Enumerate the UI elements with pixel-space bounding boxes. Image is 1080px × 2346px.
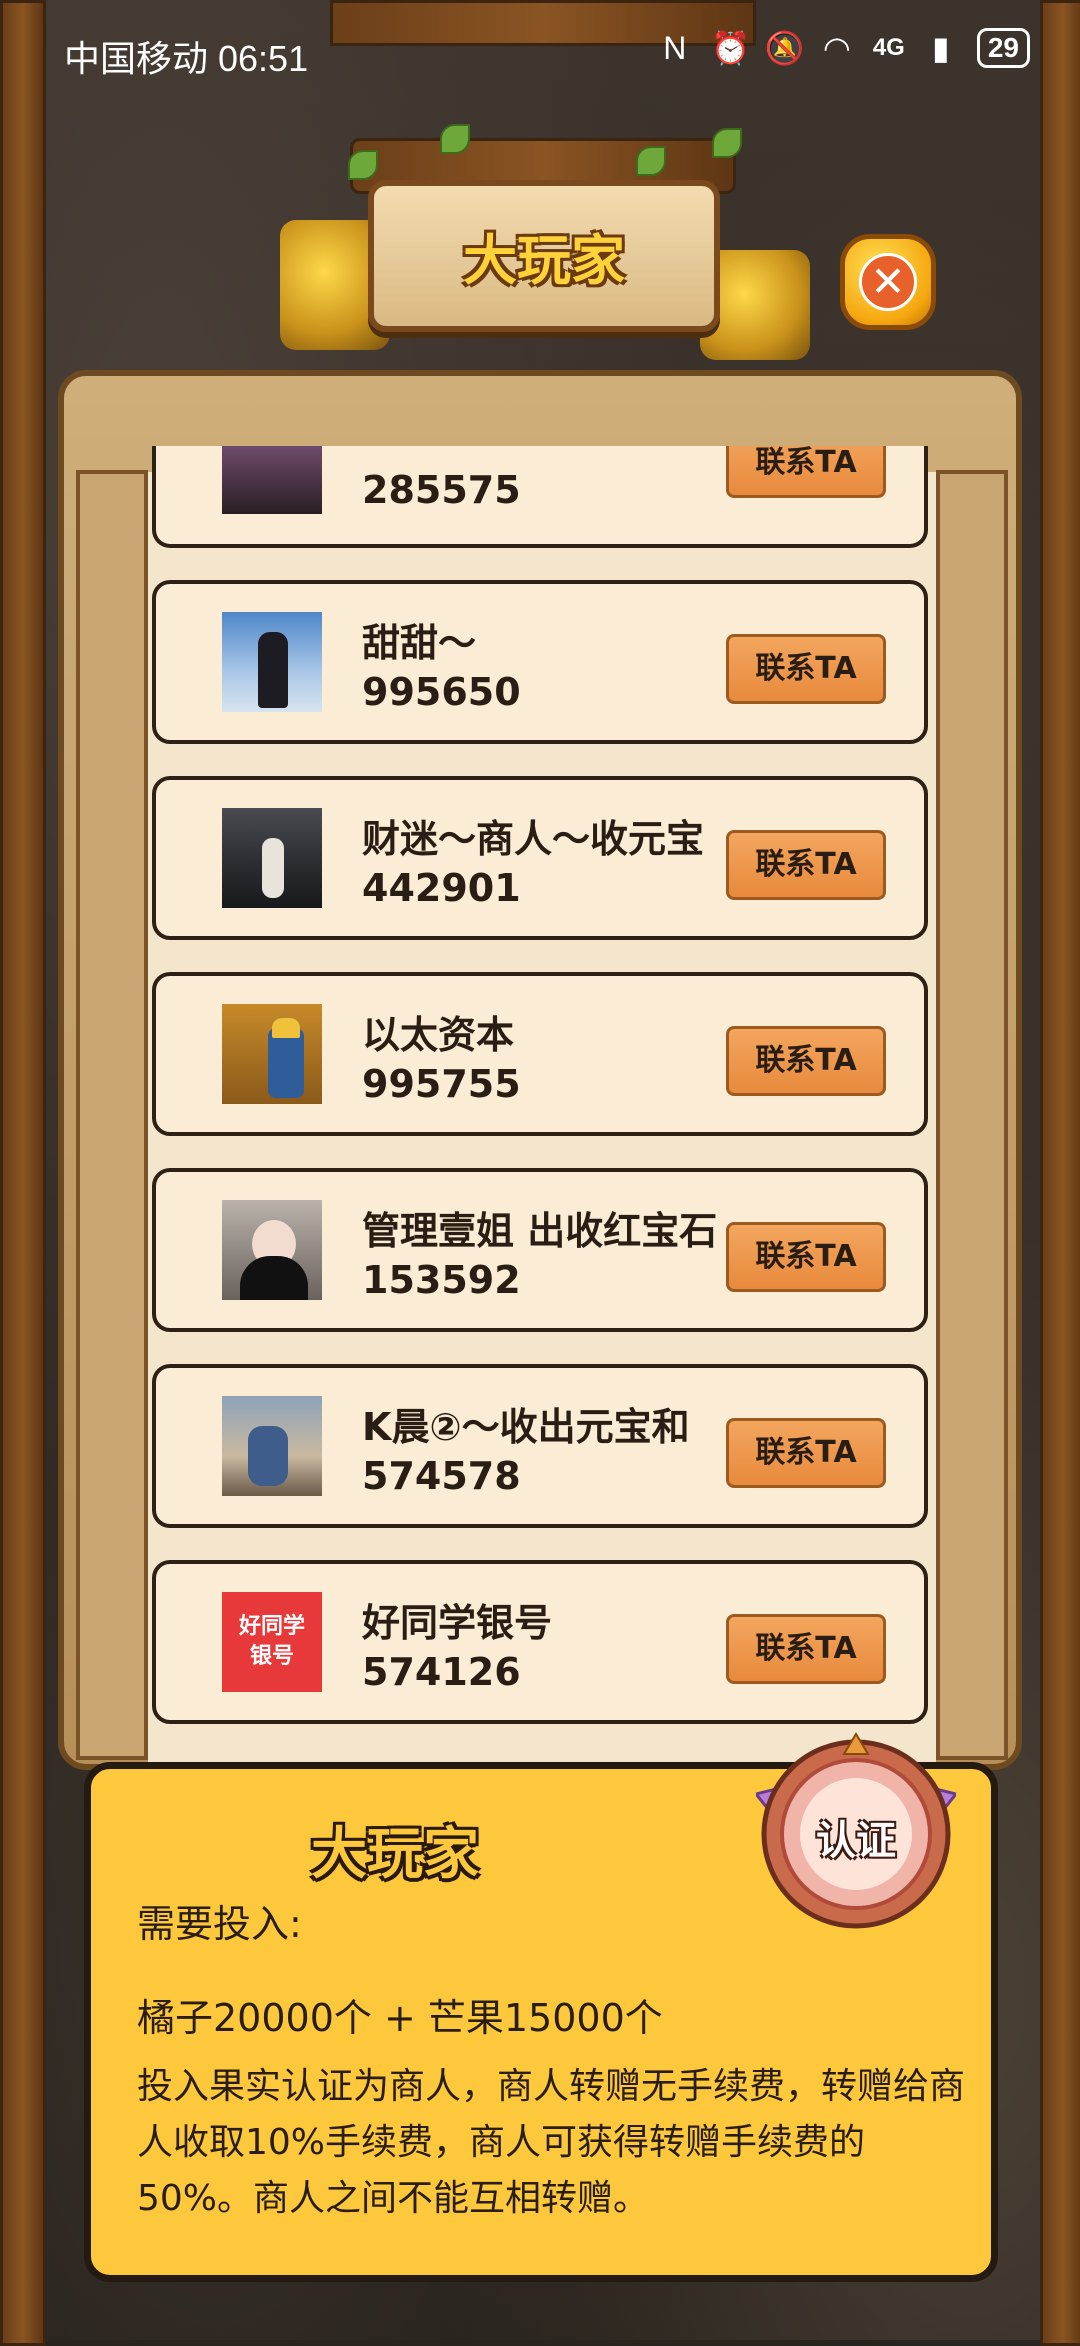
contact-button[interactable]: 联系TA — [726, 446, 886, 498]
contact-button[interactable]: 联系TA — [726, 830, 886, 900]
page-title: 大玩家 — [463, 229, 625, 292]
player-name: 财迷～商人～收元宝 — [362, 817, 705, 861]
avatar: 好同学 银号 — [222, 1592, 322, 1692]
carrier-time: 中国移动 06:51 — [64, 38, 309, 79]
panel-side-left — [76, 470, 148, 1760]
player-id: 995650 — [362, 670, 521, 714]
player-id: 574126 — [362, 1650, 521, 1694]
player-id: 442901 — [362, 866, 521, 910]
panel-side-right — [936, 470, 1008, 1760]
player-card: 管理壹姐 出收红宝石 153592 联系TA — [152, 1168, 928, 1332]
player-name: 甜甜～ — [362, 621, 477, 665]
leaf-icon — [440, 124, 470, 154]
wooden-beam-left — [0, 0, 46, 2346]
investment-cost: 橘子20000个 + 芒果15000个 — [137, 1996, 663, 2040]
leaf-icon — [348, 150, 378, 180]
info-description: 投入果实认证为商人，商人转赠无手续费，转赠给商人收取10%手续费，商人可获得转赠… — [137, 2066, 966, 2219]
avatar — [222, 612, 322, 712]
player-card: 财迷～商人～收元宝 442901 联系TA — [152, 776, 928, 940]
avatar-text-line: 好同学 — [238, 1614, 305, 1639]
mute-icon: 🔕 — [764, 30, 805, 66]
avatar — [222, 1004, 322, 1104]
contact-button[interactable]: 联系TA — [726, 1614, 886, 1684]
player-card: 以太资本 995755 联系TA — [152, 972, 928, 1136]
player-id: 285575 — [362, 468, 521, 512]
title-sign: 大玩家 — [368, 180, 720, 332]
player-card: 甜甜～ 995650 联系TA — [152, 580, 928, 744]
player-card: 好同学 银号 好同学银号 574126 联系TA — [152, 1560, 928, 1724]
network-label: 4G — [872, 34, 905, 61]
status-bar: 中国移动 06:51 N ⏰ 🔕 ◠ 4G ▮ 29 — [0, 0, 1080, 100]
avatar-text-line: 银号 — [249, 1644, 294, 1669]
player-name: 以太资本 — [362, 1013, 515, 1057]
avatar — [222, 1200, 322, 1300]
player-id: 574578 — [362, 1454, 521, 1498]
player-id: 995755 — [362, 1062, 521, 1106]
leaf-icon — [636, 146, 666, 176]
leaf-icon — [712, 128, 742, 158]
wifi-icon: ◠ — [822, 30, 851, 66]
contact-button[interactable]: 联系TA — [726, 1222, 886, 1292]
contact-button[interactable]: 联系TA — [726, 1418, 886, 1488]
avatar — [222, 1396, 322, 1496]
badge-label: 认证 — [816, 1818, 896, 1864]
alarm-icon: ⏰ — [710, 30, 751, 66]
close-icon: ✕ — [859, 253, 917, 311]
certify-badge[interactable]: 认证 — [753, 1724, 959, 1944]
contact-button[interactable]: 联系TA — [726, 634, 886, 704]
player-name: 管理壹姐 出收红宝石 — [362, 1209, 718, 1253]
player-name: 好同学银号 — [362, 1601, 553, 1645]
info-title: 大玩家 — [311, 1822, 479, 1887]
avatar-text: 好同学 银号 — [222, 1592, 322, 1692]
avatar — [222, 808, 322, 908]
nfc-icon: N — [663, 30, 687, 66]
player-card: 285575 联系TA — [152, 446, 928, 548]
contact-button[interactable]: 联系TA — [726, 1026, 886, 1096]
investment-label: 需要投入: — [137, 1902, 302, 1946]
avatar — [222, 446, 322, 514]
player-name: K晨②～收出元宝和 — [362, 1405, 690, 1449]
wooden-beam-right — [1040, 0, 1080, 2346]
close-button[interactable]: ✕ — [840, 234, 936, 330]
player-card: K晨②～收出元宝和 574578 联系TA — [152, 1364, 928, 1528]
battery-indicator: 29 — [976, 28, 1030, 68]
signal-icon: ▮ — [932, 30, 950, 66]
player-id: 153592 — [362, 1258, 521, 1302]
